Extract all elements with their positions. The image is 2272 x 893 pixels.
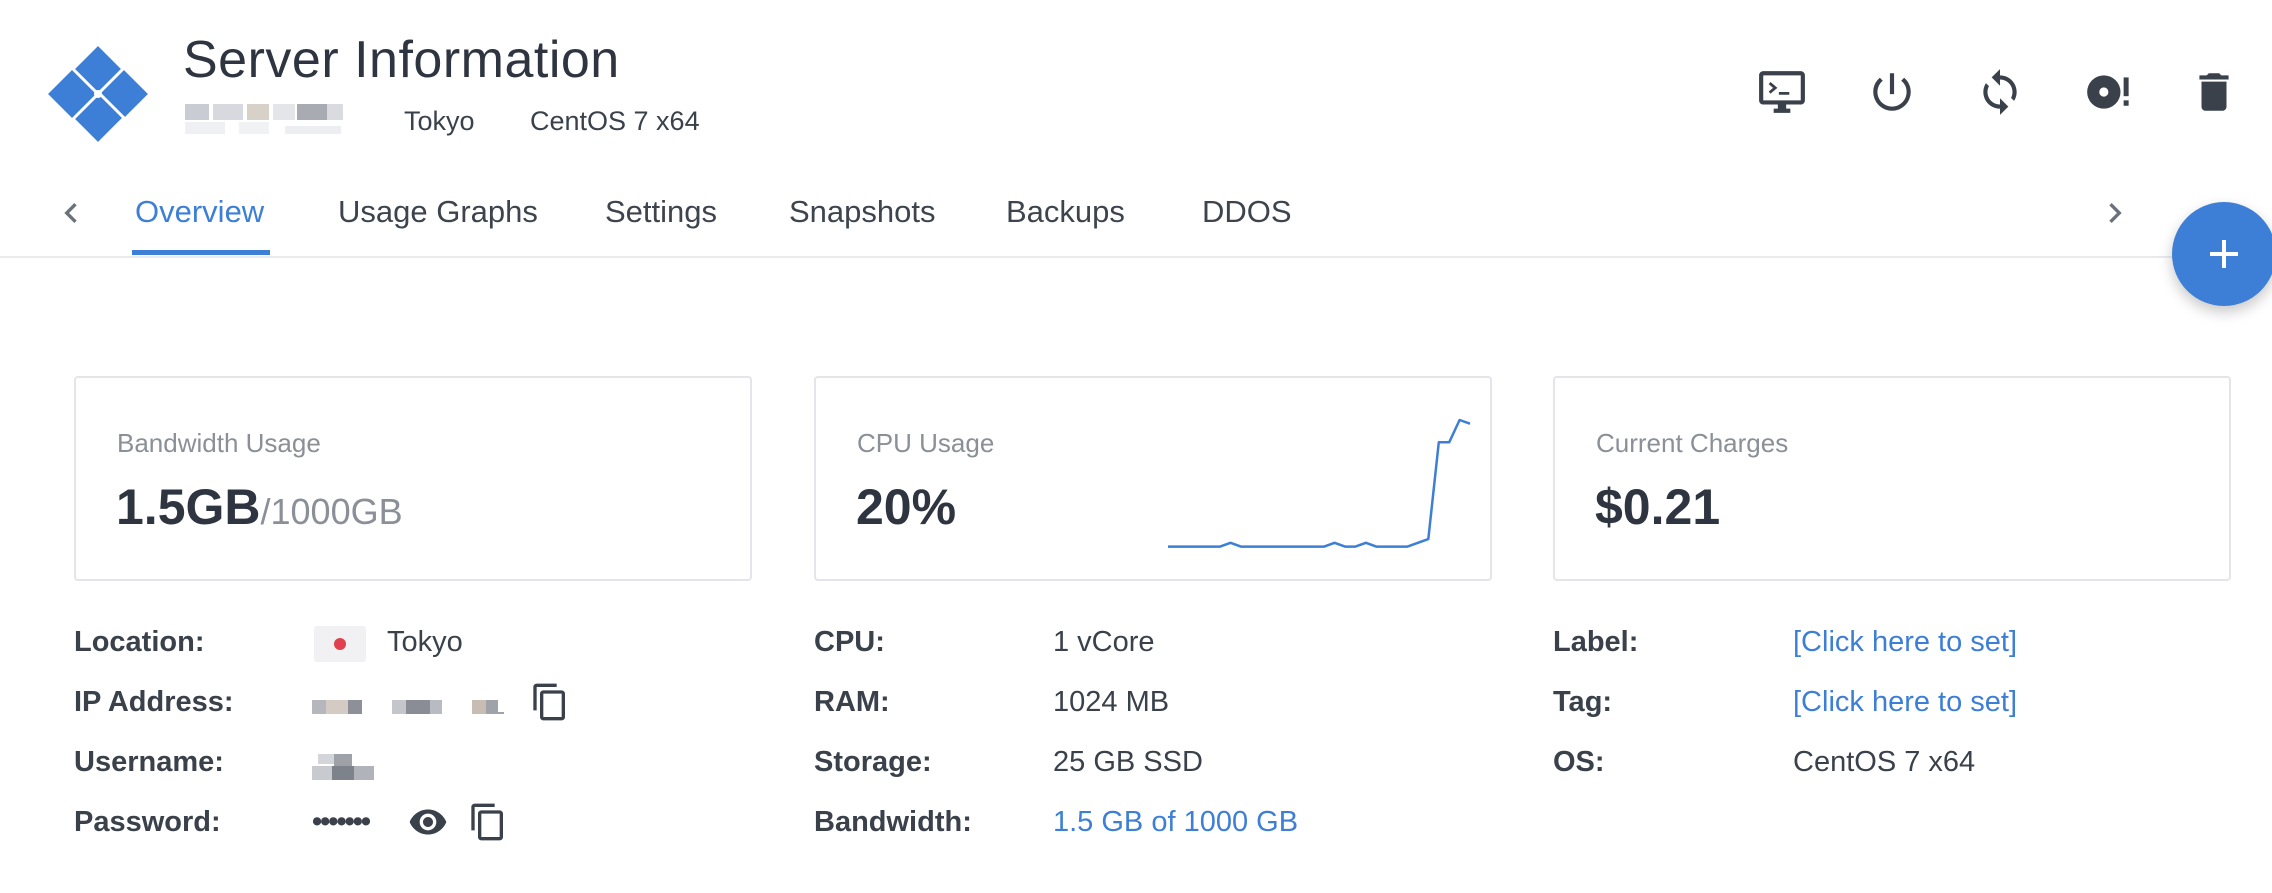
copy-icon (533, 683, 565, 721)
username-label: Username: (74, 746, 224, 778)
location-label: Location: (74, 626, 205, 658)
delete-button[interactable] (2184, 62, 2244, 122)
power-button[interactable] (1862, 62, 1922, 122)
console-icon (1759, 71, 1805, 113)
location-value: Tokyo (387, 626, 463, 658)
cpu-usage-card: CPU Usage 20% (814, 376, 1492, 581)
tab-bar: Overview Usage Graphs Settings Snapshots… (0, 170, 2272, 258)
bandwidth-label: Bandwidth: (814, 806, 972, 838)
current-charges-label: Current Charges (1596, 428, 1789, 458)
restart-icon (1983, 69, 2017, 115)
ram-value: 1024 MB (1053, 686, 1170, 718)
set-tag-link[interactable]: [Click here to set] (1793, 686, 2017, 719)
tab-settings[interactable]: Settings (605, 170, 717, 254)
password-value: ••••••• (312, 806, 371, 838)
ip-address-label: IP Address: (74, 686, 234, 718)
cpu-sparkline-line (1168, 418, 1471, 548)
tabs-scroll-left-button[interactable] (48, 190, 94, 236)
active-tab-indicator (132, 250, 270, 255)
cpu-usage-sparkline (1168, 418, 1471, 548)
bandwidth-usage-value: 1.5GB/1000GB (116, 478, 403, 536)
set-label-link[interactable]: [Click here to set] (1793, 626, 2017, 659)
storage-label: Storage: (814, 746, 932, 778)
bandwidth-link[interactable]: 1.5 GB of 1000 GB (1053, 806, 1298, 839)
tabs-scroll-right-button[interactable] (2092, 190, 2138, 236)
japan-flag-icon (314, 626, 366, 662)
reinstall-button[interactable] (2078, 62, 2138, 122)
cpu-value: 1 vCore (1053, 626, 1155, 658)
os-value: CentOS 7 x64 (1793, 746, 1976, 778)
tab-ddos[interactable]: DDOS (1202, 170, 1292, 254)
chevron-left-icon (64, 203, 77, 223)
username-redacted (312, 750, 376, 782)
restart-button[interactable] (1970, 62, 2030, 122)
cpu-usage-label: CPU Usage (857, 428, 995, 458)
cpu-usage-value: 20% (856, 479, 957, 535)
tab-backups[interactable]: Backups (1006, 170, 1125, 254)
chevron-right-icon (2109, 203, 2122, 223)
tab-overview[interactable]: Overview (135, 170, 264, 254)
bandwidth-total: /1000GB (260, 491, 403, 532)
hostname-redacted (185, 104, 345, 136)
page-title: Server Information (183, 31, 620, 89)
bandwidth-usage-label: Bandwidth Usage (117, 428, 321, 458)
cpu-label: CPU: (814, 626, 885, 658)
copy-ip-button[interactable] (528, 680, 572, 724)
reinstall-icon (2087, 75, 2129, 109)
copy-icon (471, 803, 503, 841)
plus-icon (2210, 240, 2238, 268)
trash-icon (2199, 73, 2229, 111)
tab-usage-graphs[interactable]: Usage Graphs (338, 170, 538, 254)
current-charges-card: Current Charges $0.21 (1553, 376, 2231, 581)
show-password-button[interactable] (406, 800, 450, 844)
bandwidth-usage-card: Bandwidth Usage 1.5GB/1000GB (74, 376, 752, 581)
tag-label: Tag: (1553, 686, 1613, 718)
password-label: Password: (74, 806, 221, 838)
server-logo-icon (43, 40, 153, 148)
label-label: Label: (1553, 626, 1639, 658)
power-icon (1873, 73, 1911, 111)
ip-address-redacted (312, 698, 504, 718)
bandwidth-used: 1.5GB (116, 479, 261, 535)
copy-password-button[interactable] (466, 800, 510, 844)
eye-icon (409, 809, 447, 835)
storage-value: 25 GB SSD (1053, 746, 1203, 778)
current-charges-value: $0.21 (1595, 479, 1721, 535)
os-label: OS: (1553, 746, 1605, 778)
add-button[interactable] (2172, 202, 2272, 306)
header-os: CentOS 7 x64 (530, 106, 700, 136)
console-button[interactable] (1752, 62, 1812, 122)
tab-snapshots[interactable]: Snapshots (789, 170, 936, 254)
ram-label: RAM: (814, 686, 890, 718)
header-location: Tokyo (404, 106, 475, 136)
